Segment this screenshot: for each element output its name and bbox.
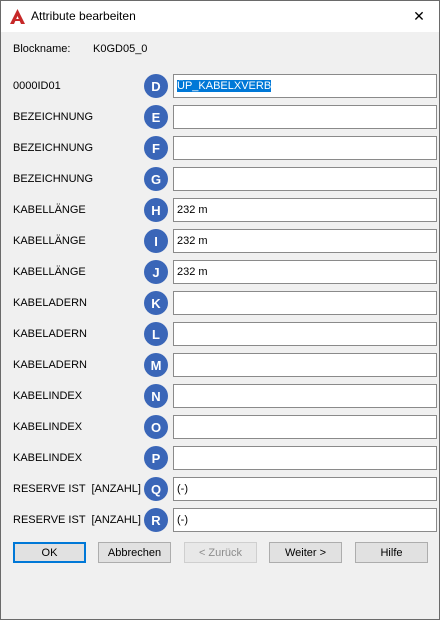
cancel-button[interactable]: Abbrechen — [98, 542, 171, 563]
attribute-value-field[interactable] — [173, 136, 437, 160]
attribute-value-text: (-) — [177, 483, 188, 495]
title-bar: Attribute bearbeiten ✕ — [1, 1, 439, 32]
attribute-value-field[interactable] — [173, 446, 437, 470]
attribute-label: KABELLÄNGE — [13, 235, 86, 247]
attribute-label: 0000ID01 — [13, 80, 61, 92]
dialog-window: Attribute bearbeiten ✕ Blockname: K0GD05… — [0, 0, 440, 620]
attribute-row: KABELINDEX P — [1, 446, 439, 472]
attribute-label: KABELADERN — [13, 328, 87, 340]
ok-button[interactable]: OK — [13, 542, 86, 563]
attribute-letter-badge: Q — [144, 477, 168, 501]
back-button-label: < Zurück — [198, 546, 243, 559]
attribute-row: KABELLÄNGE J 232 m — [1, 260, 439, 286]
attribute-label: KABELADERN — [13, 359, 87, 371]
back-button[interactable]: < Zurück — [184, 542, 257, 563]
help-button-label: Hilfe — [380, 546, 403, 559]
attribute-letter-badge: G — [144, 167, 168, 191]
attribute-row: BEZEICHNUNG E — [1, 105, 439, 131]
attribute-value-field[interactable] — [173, 167, 437, 191]
attribute-value-field[interactable]: 232 m — [173, 260, 437, 284]
attribute-letter-badge: N — [144, 384, 168, 408]
attribute-letter-badge: O — [144, 415, 168, 439]
attribute-value-field[interactable]: (-) — [173, 477, 437, 501]
attribute-row: KABELADERN L — [1, 322, 439, 348]
cancel-button-label: Abbrechen — [107, 546, 162, 559]
attribute-label: RESERVE IST [ANZAHL] — [13, 483, 141, 495]
attribute-letter-badge: P — [144, 446, 168, 470]
attribute-row: BEZEICHNUNG G — [1, 167, 439, 193]
close-button[interactable]: ✕ — [399, 1, 439, 32]
attribute-value-field[interactable]: 232 m — [173, 198, 437, 222]
attribute-label: BEZEICHNUNG — [13, 142, 94, 154]
attribute-value-field[interactable]: ÜP_KABELXVERB — [173, 74, 437, 98]
attribute-letter-badge: F — [144, 136, 168, 160]
attribute-value-field[interactable] — [173, 322, 437, 346]
attribute-value-text: 232 m — [177, 235, 208, 247]
attribute-value-field[interactable] — [173, 384, 437, 408]
attribute-value-field[interactable]: 232 m — [173, 229, 437, 253]
attribute-letter-badge: K — [144, 291, 168, 315]
attribute-label: RESERVE IST [ANZAHL] — [13, 514, 141, 526]
next-button[interactable]: Weiter > — [269, 542, 342, 563]
attribute-row: KABELINDEX N — [1, 384, 439, 410]
attribute-letter-badge: I — [144, 229, 168, 253]
attribute-value-text: 232 m — [177, 204, 208, 216]
attribute-row: KABELINDEX O — [1, 415, 439, 441]
attribute-letter-badge: M — [144, 353, 168, 377]
attribute-row: KABELLÄNGE H 232 m — [1, 198, 439, 224]
attribute-value-field[interactable] — [173, 353, 437, 377]
attribute-row: KABELADERN K — [1, 291, 439, 317]
attribute-label: BEZEICHNUNG — [13, 111, 94, 123]
autocad-icon — [10, 9, 25, 24]
attribute-value-text: ÜP_KABELXVERB — [177, 80, 272, 92]
next-button-label: Weiter > — [284, 546, 327, 559]
attribute-row: RESERVE IST [ANZAHL] R (-) — [1, 508, 439, 534]
attribute-label: BEZEICHNUNG — [13, 173, 94, 185]
attribute-letter-badge: J — [144, 260, 168, 284]
blockname-value: K0GD05_0 — [93, 43, 148, 55]
attribute-label: KABELINDEX — [13, 452, 83, 464]
blockname-label: Blockname: — [13, 43, 71, 55]
attribute-value-field[interactable]: (-) — [173, 508, 437, 532]
attribute-label: KABELADERN — [13, 297, 87, 309]
close-icon: ✕ — [413, 8, 425, 24]
attribute-row: KABELADERN M — [1, 353, 439, 379]
help-button[interactable]: Hilfe — [355, 542, 428, 563]
attribute-label: KABELINDEX — [13, 421, 83, 433]
attribute-letter-badge: H — [144, 198, 168, 222]
attribute-row: 0000ID01 D ÜP_KABELXVERB — [1, 74, 439, 100]
attribute-value-field[interactable] — [173, 105, 437, 129]
ok-button-label: OK — [41, 546, 58, 559]
attribute-letter-badge: L — [144, 322, 168, 346]
attribute-row: BEZEICHNUNG F — [1, 136, 439, 162]
attribute-label: KABELLÄNGE — [13, 266, 86, 278]
window-title: Attribute bearbeiten — [31, 9, 136, 23]
attribute-label: KABELINDEX — [13, 390, 83, 402]
attribute-row: RESERVE IST [ANZAHL] Q (-) — [1, 477, 439, 503]
attribute-letter-badge: R — [144, 508, 168, 532]
attribute-letter-badge: E — [144, 105, 168, 129]
attribute-value-field[interactable] — [173, 415, 437, 439]
attribute-row: KABELLÄNGE I 232 m — [1, 229, 439, 255]
attribute-value-text: 232 m — [177, 266, 208, 278]
attribute-value-text: (-) — [177, 514, 188, 526]
attribute-label: KABELLÄNGE — [13, 204, 86, 216]
attribute-value-field[interactable] — [173, 291, 437, 315]
attribute-letter-badge: D — [144, 74, 168, 98]
